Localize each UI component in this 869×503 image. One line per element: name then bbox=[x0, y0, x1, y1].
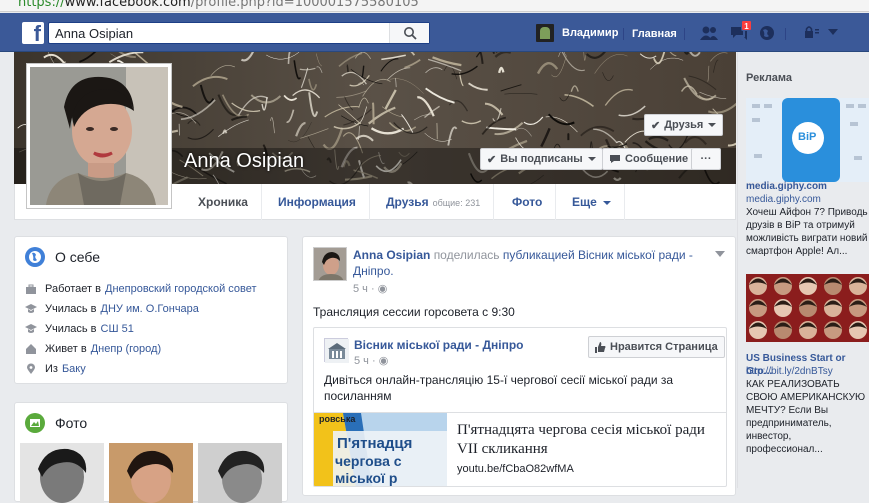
ad1-domain[interactable]: media.giphy.com bbox=[746, 193, 869, 206]
photos-title[interactable]: Фото bbox=[55, 415, 87, 431]
school-link[interactable]: СШ 51 bbox=[101, 323, 134, 335]
shared-post-meta: Вісник міської ради - Дніпро 5 ч · ◉ bbox=[354, 338, 524, 367]
following-button[interactable]: ✔ Вы подписаны bbox=[480, 148, 603, 170]
about-title: О себе bbox=[55, 249, 101, 265]
tab-about[interactable]: Информация bbox=[265, 184, 370, 220]
ad2-body: КАК РЕАЛИЗОВАТЬ СВОЮ АМЕРИКАНСКУЮ МЕЧТУ?… bbox=[746, 379, 866, 455]
public-globe-icon: ◉ bbox=[377, 283, 388, 295]
message-icon bbox=[610, 155, 620, 163]
graduation-cap-icon bbox=[25, 304, 37, 313]
about-lives-in: Живет в Днепр (город) bbox=[25, 343, 161, 355]
shared-post-header: Вісник міської ради - Дніпро 5 ч · ◉ bbox=[324, 338, 524, 367]
post-options-chevron-down-icon[interactable] bbox=[715, 251, 725, 257]
about-card: О себе Работает в Днепровский городской с… bbox=[14, 236, 288, 384]
link-preview-domain: youtu.be/fCbaO82wfMA bbox=[457, 463, 574, 475]
url-text[interactable]: https://www.facebook.com/profile.php?id=… bbox=[18, 0, 419, 10]
link-preview[interactable]: ровська П'ятнадця чергова с міської р П'… bbox=[314, 412, 726, 486]
shared-post-timestamp[interactable]: 5 ч · ◉ bbox=[354, 354, 524, 367]
photo-thumbnail[interactable] bbox=[198, 443, 282, 503]
chevron-down-icon bbox=[708, 123, 717, 127]
ad-image-business[interactable] bbox=[746, 274, 869, 342]
home-icon bbox=[26, 344, 36, 354]
avatar bbox=[536, 24, 554, 42]
tab-more[interactable]: Еще bbox=[559, 184, 626, 220]
search-button[interactable] bbox=[389, 23, 429, 43]
photo-thumbnail[interactable] bbox=[20, 443, 104, 503]
search-box bbox=[48, 22, 430, 44]
post-author-name[interactable]: Anna Osipian bbox=[353, 248, 430, 262]
top-navigation-bar: f Владимир Главная 1 bbox=[0, 13, 869, 52]
about-from: Из Баку bbox=[25, 363, 86, 375]
bip-logo: BiP bbox=[798, 131, 817, 143]
globe-icon bbox=[25, 247, 45, 267]
ad-image-bip[interactable]: BiP bbox=[746, 98, 869, 182]
shared-post-text: Дивіться онлайн-трансляцію 15-ї чергової… bbox=[324, 373, 674, 403]
about-education-1: Училась в ДНУ им. О.Гончара bbox=[25, 303, 199, 315]
about-header: О себе bbox=[25, 247, 100, 267]
thumbs-up-icon bbox=[595, 341, 606, 353]
ad2-link[interactable]: http://bit.ly/2dnBTsy bbox=[746, 365, 869, 378]
page-avatar[interactable] bbox=[324, 338, 349, 363]
link-preview-thumbnail: ровська П'ятнадця чергова с міської р bbox=[314, 413, 447, 486]
profile-picture[interactable] bbox=[26, 63, 172, 209]
post-timestamp[interactable]: 5 ч · ◉ bbox=[353, 281, 708, 297]
search-icon bbox=[404, 27, 417, 40]
divider bbox=[623, 28, 624, 40]
photo-thumbnail[interactable] bbox=[109, 443, 193, 503]
photos-header: Фото bbox=[25, 413, 87, 433]
ad1-title[interactable]: media.giphy.com bbox=[746, 180, 869, 193]
post-text: Трансляция сессии горсовета с 9:30 bbox=[313, 305, 515, 319]
check-icon: ✔ bbox=[651, 119, 661, 132]
chevron-down-icon bbox=[603, 200, 612, 205]
browser-url-bar[interactable]: https://www.facebook.com/profile.php?id=… bbox=[0, 0, 869, 12]
ads-title: Реклама bbox=[746, 72, 793, 84]
friend-requests-icon[interactable] bbox=[699, 25, 719, 41]
divider bbox=[684, 28, 685, 40]
facebook-logo-icon[interactable]: f bbox=[22, 21, 44, 46]
post-card: Anna Osipian поделилась публикацией Вiсн… bbox=[302, 236, 736, 496]
tab-timeline[interactable]: Хроника bbox=[185, 184, 262, 220]
home-link[interactable]: Главная bbox=[632, 28, 677, 40]
search-input[interactable] bbox=[55, 25, 385, 42]
post-author-avatar[interactable] bbox=[313, 247, 347, 281]
check-icon: ✔ bbox=[487, 153, 497, 166]
briefcase-icon bbox=[26, 284, 36, 294]
university-link[interactable]: ДНУ им. О.Гончара bbox=[101, 303, 199, 315]
ad1-body: Хочеш Айфон 7? Приводь друзів в BiP та о… bbox=[746, 207, 868, 257]
current-city-link[interactable]: Днепр (город) bbox=[91, 343, 161, 355]
photo-icon bbox=[25, 413, 45, 433]
notifications-globe-icon[interactable] bbox=[759, 25, 775, 41]
about-work: Работает в Днепровский городской совет bbox=[25, 283, 257, 295]
top-profile-link[interactable]: Владимир bbox=[536, 24, 618, 42]
notification-badge: 1 bbox=[741, 20, 752, 31]
right-column: Реклама BiP media.giphy.com media.giphy.… bbox=[737, 52, 869, 488]
account-menu-chevron-down-icon[interactable] bbox=[827, 28, 839, 36]
profile-name: Anna Osipian bbox=[184, 150, 305, 172]
like-page-button[interactable]: Нравится Страница bbox=[588, 336, 725, 358]
mutual-friends-count: общие: 231 bbox=[432, 198, 481, 208]
top-user-name: Владимир bbox=[562, 27, 619, 39]
link-preview-title[interactable]: П'ятнадцята чергова сесія міської ради V… bbox=[457, 421, 721, 459]
page-name[interactable]: Вісник міської ради - Дніпро bbox=[354, 338, 524, 352]
chevron-down-icon bbox=[587, 157, 596, 161]
location-pin-icon bbox=[27, 363, 35, 374]
divider bbox=[785, 28, 786, 40]
profile-photo-image bbox=[30, 67, 168, 205]
public-globe-icon: ◉ bbox=[378, 355, 389, 367]
hometown-link[interactable]: Баку bbox=[62, 363, 86, 375]
message-button[interactable]: Сообщение bbox=[602, 148, 696, 170]
privacy-lock-icon[interactable] bbox=[804, 25, 820, 39]
about-education-2: Училась в СШ 51 bbox=[25, 323, 134, 335]
post-meta: Anna Osipian поделилась публикацией Вiсн… bbox=[353, 247, 708, 297]
tab-photos[interactable]: Фото bbox=[499, 184, 557, 220]
post-header: Anna Osipian поделилась публикацией Вiсн… bbox=[313, 247, 708, 297]
shared-post: Вісник міської ради - Дніпро 5 ч · ◉ Нра… bbox=[313, 327, 727, 487]
employer-link[interactable]: Днепровский городской совет bbox=[105, 283, 257, 295]
more-options-button[interactable]: ··· bbox=[691, 148, 721, 170]
graduation-cap-icon bbox=[25, 324, 37, 333]
tab-friends[interactable]: Друзья общие: 231 bbox=[373, 184, 495, 220]
friends-button[interactable]: ✔ Друзья bbox=[644, 114, 724, 136]
photos-card: Фото bbox=[14, 402, 288, 503]
